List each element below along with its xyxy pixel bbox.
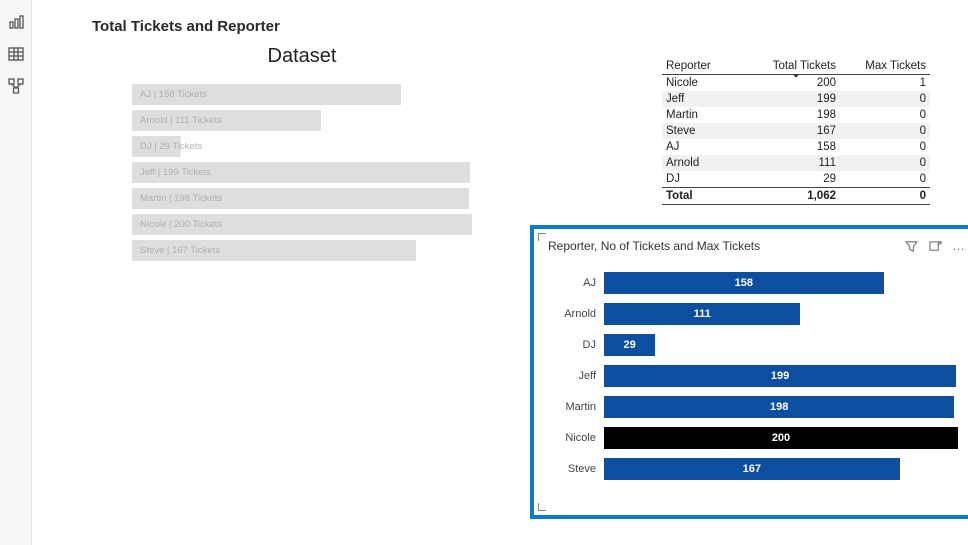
table-cell: 0 [840, 123, 930, 139]
table-cell: 0 [840, 139, 930, 155]
bar-row[interactable]: Jeff199 [548, 364, 958, 388]
table-row[interactable]: Arnold1110 [662, 155, 930, 171]
bar-category-label: Arnold [548, 308, 604, 320]
table-body: Nicole2001Jeff1990Martin1980Steve1670AJ1… [662, 75, 930, 187]
table-cell: 1 [840, 75, 930, 91]
report-canvas: Total Tickets and Reporter Dataset AJ | … [32, 0, 968, 545]
bar-row[interactable]: Martin198 [548, 395, 958, 419]
bar-row[interactable]: Steve167 [548, 457, 958, 481]
col-total-tickets-label: Total Tickets [773, 60, 836, 72]
dataset-bar[interactable]: Martin | 198 Tickets [132, 188, 469, 209]
bar[interactable]: 158 [604, 272, 884, 294]
bar[interactable]: 29 [604, 334, 655, 356]
total-tickets: 1,062 [750, 188, 840, 204]
bar-row[interactable]: Arnold111 [548, 302, 958, 326]
dataset-bar[interactable]: Steve | 167 Tickets [132, 240, 416, 261]
bar-category-label: Steve [548, 463, 604, 475]
table-cell: 0 [840, 107, 930, 123]
table-total-row: Total 1,062 0 [662, 187, 930, 205]
filter-icon[interactable] [904, 239, 918, 253]
col-total-tickets[interactable]: Total Tickets [750, 58, 840, 74]
bar-chart-header: Reporter, No of Tickets and Max Tickets … [538, 233, 968, 257]
table-cell: Martin [662, 107, 750, 123]
bar-track: 199 [604, 365, 958, 387]
table-cell: 199 [750, 91, 840, 107]
bar[interactable]: 198 [604, 396, 954, 418]
col-max-tickets[interactable]: Max Tickets [840, 58, 930, 74]
bar-category-label: Jeff [548, 370, 604, 382]
bar-category-label: DJ [548, 339, 604, 351]
bar-track: 198 [604, 396, 958, 418]
bar-track: 29 [604, 334, 958, 356]
table-row[interactable]: Steve1670 [662, 123, 930, 139]
bar-category-label: AJ [548, 277, 604, 289]
table-cell: 0 [840, 155, 930, 171]
dataset-bar[interactable]: Arnold | 111 Tickets [132, 110, 321, 131]
model-view-icon[interactable] [6, 76, 26, 96]
bar-track: 111 [604, 303, 958, 325]
bar[interactable]: 199 [604, 365, 956, 387]
bar-track: 200 [604, 427, 958, 449]
bar[interactable]: 111 [604, 303, 800, 325]
table-cell: 158 [750, 139, 840, 155]
table-cell: Steve [662, 123, 750, 139]
total-label: Total [662, 188, 750, 204]
resize-handle-bl[interactable] [538, 503, 546, 511]
dataset-bar[interactable]: AJ | 158 Tickets [132, 84, 401, 105]
dataset-bar[interactable]: Jeff | 199 Tickets [132, 162, 470, 183]
bar-chart-title: Reporter, No of Tickets and Max Tickets [548, 239, 760, 253]
table-cell: Jeff [662, 91, 750, 107]
bar-chart-body: AJ158 Arnold111 DJ29 Jeff199 Martin198 Nicole… [538, 257, 968, 498]
table-row[interactable]: Jeff1990 [662, 91, 930, 107]
bar-track: 167 [604, 458, 958, 480]
table-header: Reporter Total Tickets Max Tickets [662, 58, 930, 75]
table-cell: 0 [840, 91, 930, 107]
chart-a-title: Total Tickets and Reporter [92, 18, 938, 35]
view-rail [0, 0, 32, 545]
table-row[interactable]: Martin1980 [662, 107, 930, 123]
total-max: 0 [840, 188, 930, 204]
bar-category-label: Martin [548, 401, 604, 413]
table-cell: AJ [662, 139, 750, 155]
more-options-icon[interactable]: … [952, 241, 966, 251]
report-view-icon[interactable] [6, 12, 26, 32]
dataset-bar[interactable]: DJ | 29 Tickets [132, 136, 181, 157]
col-reporter[interactable]: Reporter [662, 58, 750, 74]
table-cell: 167 [750, 123, 840, 139]
resize-handle-tl[interactable] [538, 233, 546, 241]
sort-desc-icon [792, 72, 800, 80]
table-row[interactable]: DJ290 [662, 171, 930, 187]
table-cell: 0 [840, 171, 930, 187]
bar-row[interactable]: AJ158 [548, 271, 958, 295]
dataset-bar[interactable]: Nicole | 200 Tickets [132, 214, 472, 235]
bar-row[interactable]: DJ29 [548, 333, 958, 357]
data-view-icon[interactable] [6, 44, 26, 64]
bar-chart-visual[interactable]: Reporter, No of Tickets and Max Tickets … [530, 225, 968, 519]
focus-mode-icon[interactable] [928, 239, 942, 253]
chart-a-subtitle: Dataset [132, 45, 472, 68]
table-row[interactable]: AJ1580 [662, 139, 930, 155]
table-cell: 111 [750, 155, 840, 171]
dataset-bar-list[interactable]: AJ | 158 Tickets Arnold | 111 Tickets DJ |… [132, 84, 472, 261]
bar[interactable]: 167 [604, 458, 900, 480]
table-cell: DJ [662, 171, 750, 187]
table-cell: Nicole [662, 75, 750, 91]
bar-track: 158 [604, 272, 958, 294]
table-cell: 29 [750, 171, 840, 187]
bar-category-label: Nicole [548, 432, 604, 444]
table-cell: Arnold [662, 155, 750, 171]
bar-row[interactable]: Nicole200 [548, 426, 958, 450]
bar-highlighted[interactable]: 200 [604, 427, 958, 449]
table-visual[interactable]: Reporter Total Tickets Max Tickets Nicol… [662, 58, 930, 205]
visual-header-icons: … [904, 239, 966, 253]
table-cell: 198 [750, 107, 840, 123]
